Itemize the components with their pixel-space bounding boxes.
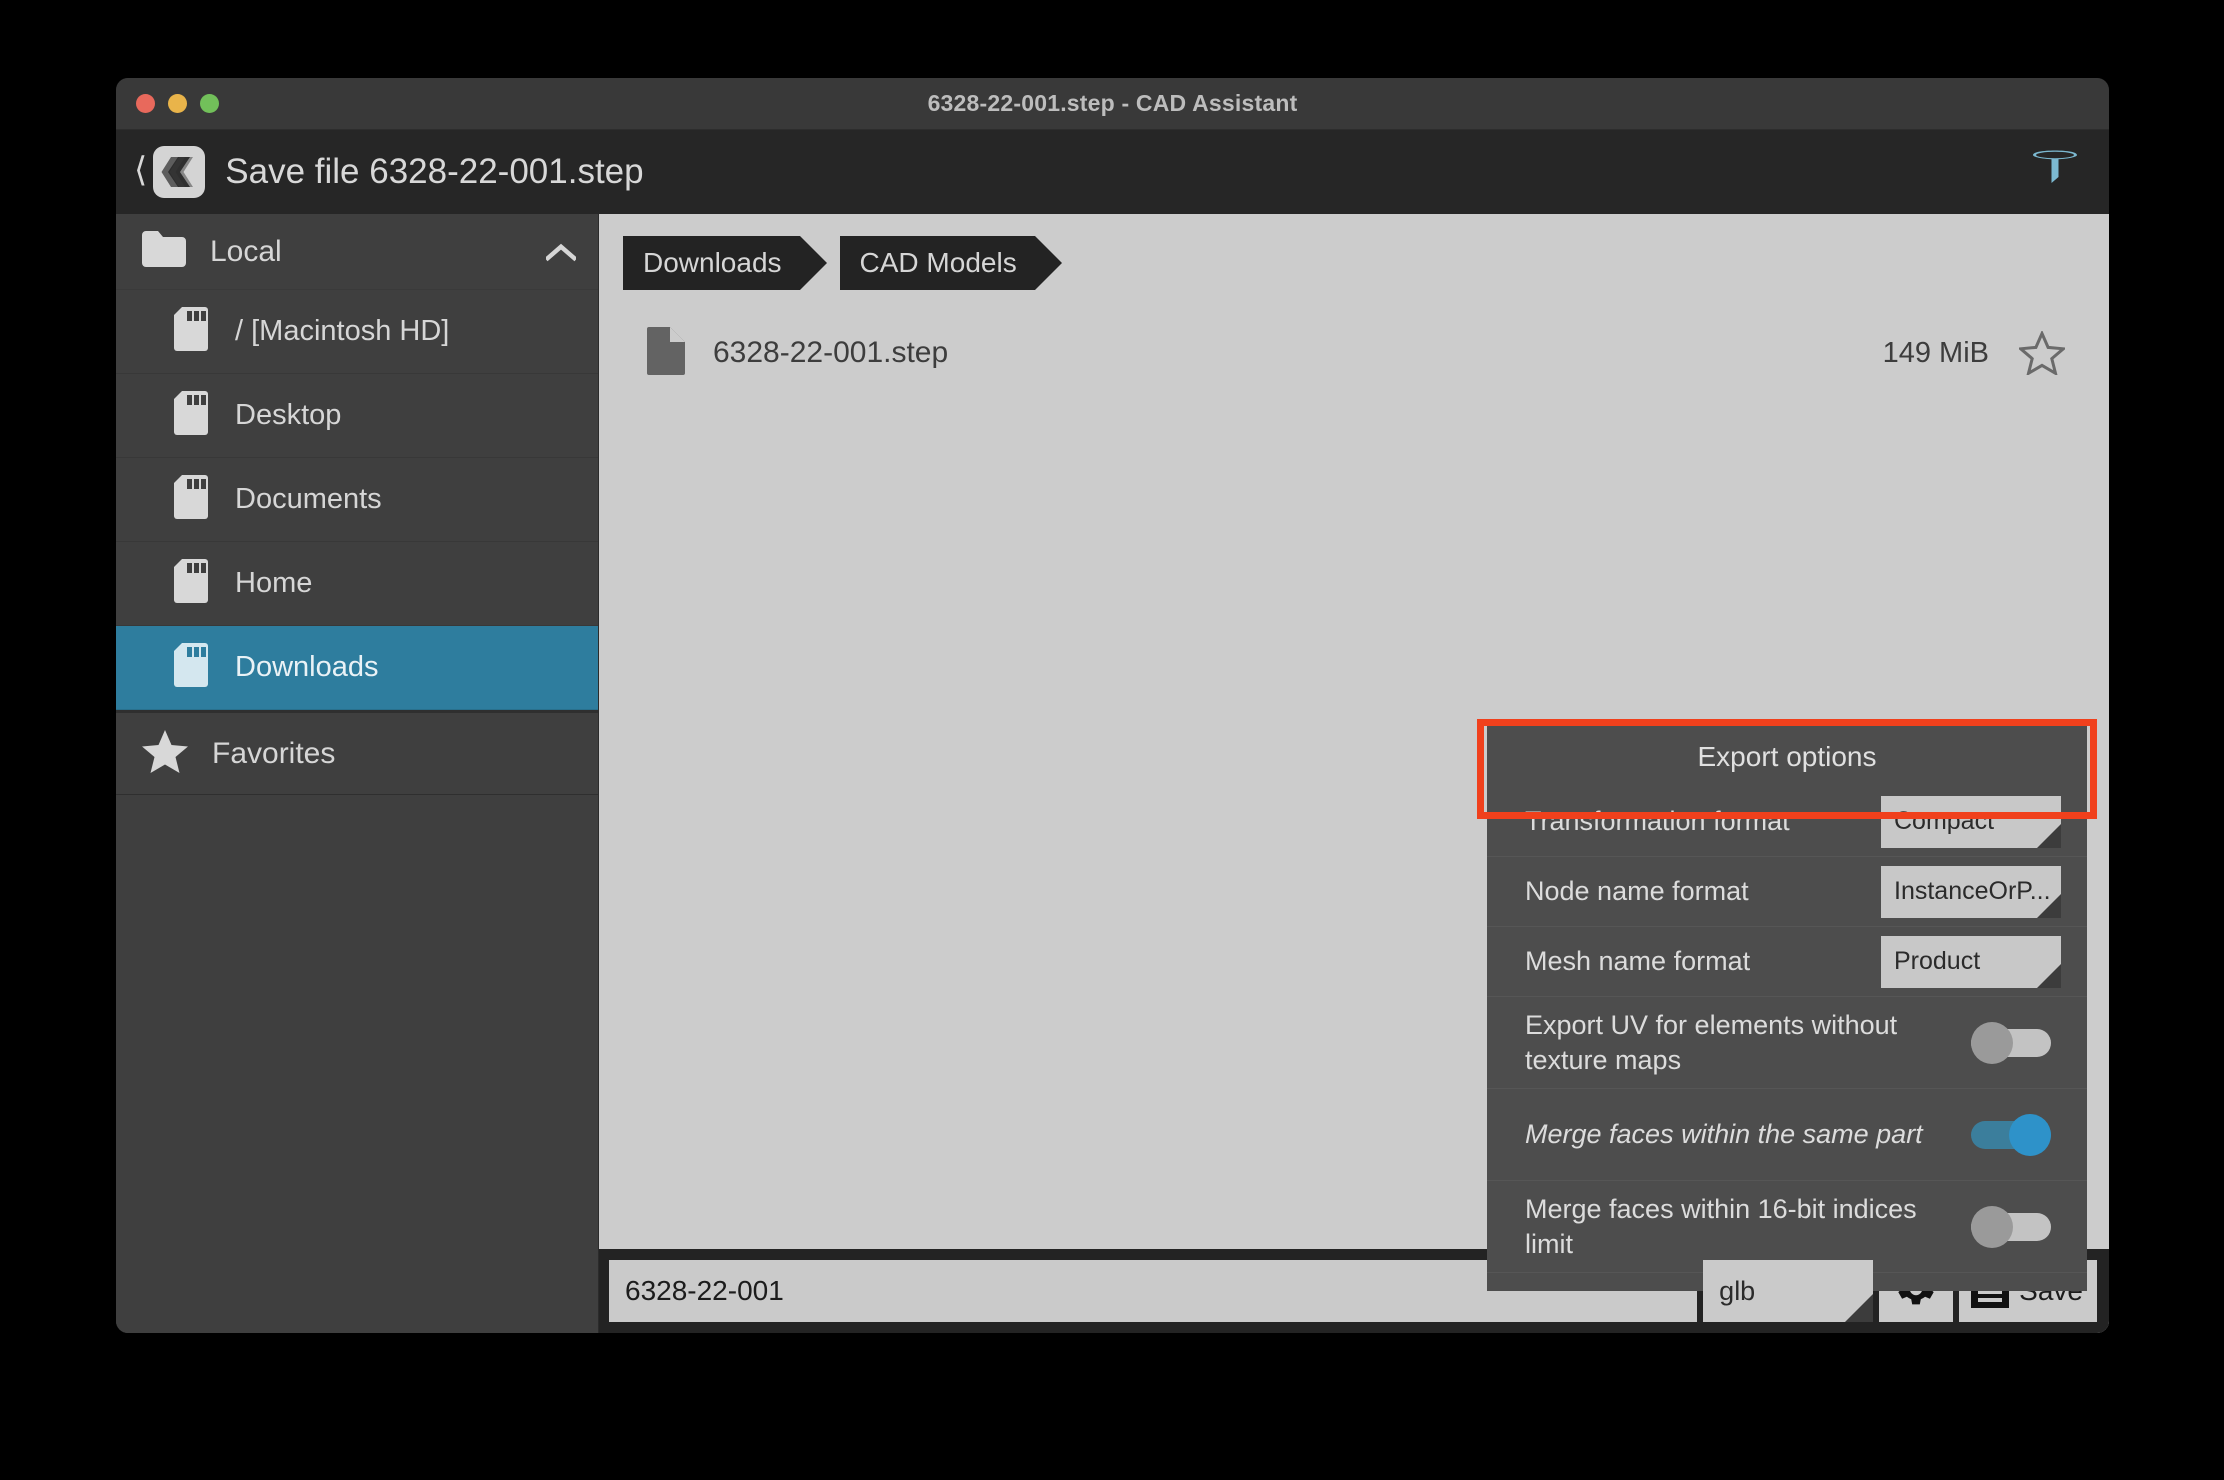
export-uv-toggle[interactable]	[1971, 1021, 2051, 1064]
sidebar-item-macintosh-hd[interactable]: / [Macintosh HD]	[116, 290, 598, 374]
drive-icon	[174, 475, 208, 524]
cad-assistant-logo-icon	[153, 146, 206, 198]
back-chevron-icon[interactable]: ⟨	[128, 153, 153, 191]
dialog-header: ⟨ Save file 6328-22-001.step	[116, 130, 2109, 214]
sidebar-item-label: Documents	[235, 483, 382, 515]
cad-assistant-window: 6328-22-001.step - CAD Assistant ⟨ Save …	[116, 78, 2109, 1333]
option-label: Merge faces within the same part	[1525, 1119, 1923, 1150]
transformation-format-dropdown[interactable]: Compact	[1881, 795, 2061, 848]
sidebar-item-label: Home	[235, 567, 313, 599]
node-name-format-dropdown[interactable]: InstanceOrP...	[1881, 865, 2061, 918]
toggle-knob	[1971, 1205, 2013, 1248]
window-title: 6328-22-001.step - CAD Assistant	[927, 90, 1298, 116]
star-outline-icon[interactable]	[2019, 331, 2065, 375]
sidebar-item-home[interactable]: Home	[116, 542, 598, 626]
dropdown-value: InstanceOrP...	[1894, 877, 2051, 905]
minimize-window-button[interactable]	[168, 94, 187, 113]
file-name: 6328-22-001.step	[713, 336, 949, 369]
file-size: 149 MiB	[1882, 336, 1989, 369]
option-label: Transformation format	[1525, 806, 1790, 837]
option-label: Mesh name format	[1525, 946, 1751, 977]
sidebar-item-downloads[interactable]: Downloads	[116, 626, 598, 710]
merge-faces-same-part-toggle[interactable]	[1971, 1113, 2051, 1156]
option-label: Merge faces within 16-bit indices limit	[1525, 1193, 1917, 1259]
sidebar-item-desktop[interactable]: Desktop	[116, 374, 598, 458]
sidebar: Local / [Macintosh HD] Desktop Documents…	[116, 214, 599, 1333]
sidebar-item-label: / [Macintosh HD]	[235, 315, 450, 347]
sidebar-item-favorites[interactable]: Favorites	[116, 713, 598, 795]
option-label: Export UV for elements without texture m…	[1525, 1009, 1898, 1075]
format-value: glb	[1719, 1275, 1756, 1306]
drive-icon	[174, 307, 208, 356]
option-row-export-uv: Export UV for elements without texture m…	[1487, 997, 2087, 1089]
sidebar-empty-area	[116, 795, 598, 1333]
file-list-item[interactable]: 6328-22-001.step 149 MiB	[599, 314, 2109, 392]
mesh-name-format-dropdown[interactable]: Product	[1881, 935, 2061, 988]
breadcrumb-label: CAD Models	[859, 247, 1017, 278]
traffic-light-controls	[136, 78, 219, 129]
option-row-node-name-format: Node name format InstanceOrP...	[1487, 857, 2087, 927]
star-filled-icon	[142, 729, 188, 778]
breadcrumb-item-cad-models[interactable]: CAD Models	[839, 236, 1062, 290]
chevron-up-icon[interactable]	[546, 237, 576, 267]
dropdown-value: Product	[1894, 947, 1981, 975]
main-panel: Downloads CAD Models 6328-22-001.step 14…	[599, 214, 2109, 1333]
sidebar-item-documents[interactable]: Documents	[116, 458, 598, 542]
sidebar-item-label: Desktop	[235, 399, 342, 431]
filter-funnel-icon[interactable]	[2027, 144, 2083, 200]
breadcrumb: Downloads CAD Models	[599, 214, 2109, 300]
option-row-mesh-name-format: Mesh name format Product	[1487, 927, 2087, 997]
sidebar-item-label: Favorites	[212, 736, 336, 770]
file-document-icon	[647, 326, 685, 380]
sidebar-group-local[interactable]: Local	[116, 214, 598, 290]
breadcrumb-item-downloads[interactable]: Downloads	[623, 236, 826, 290]
page-title: Save file 6328-22-001.step	[225, 152, 644, 191]
sidebar-group-label: Local	[210, 234, 282, 268]
sidebar-item-label: Downloads	[235, 651, 379, 683]
window-title-bar: 6328-22-001.step - CAD Assistant	[116, 78, 2109, 130]
close-window-button[interactable]	[136, 94, 155, 113]
zoom-window-button[interactable]	[200, 94, 219, 113]
option-row-merge-faces-same-part: Merge faces within the same part	[1477, 719, 2097, 1181]
export-options-title: Export options	[1697, 741, 1877, 772]
toggle-knob	[2009, 1113, 2051, 1156]
export-options-panel: Export options Transformation format Com…	[1477, 719, 2097, 1291]
drive-icon	[174, 559, 208, 608]
toggle-knob	[1971, 1021, 2013, 1064]
folder-icon	[142, 231, 186, 272]
drive-icon	[174, 391, 208, 440]
option-row-transformation-format: Transformation format Compact	[1487, 787, 2087, 857]
file-list: 6328-22-001.step 149 MiB	[599, 300, 2109, 392]
format-dropdown[interactable]: glb	[1703, 1260, 1874, 1322]
option-label: Node name format	[1525, 876, 1749, 907]
drive-icon	[174, 643, 208, 692]
breadcrumb-label: Downloads	[643, 247, 782, 278]
merge-faces-16bit-toggle[interactable]	[1971, 1205, 2051, 1248]
dropdown-value: Compact	[1894, 807, 1995, 835]
dialog-body: Local / [Macintosh HD] Desktop Documents…	[116, 214, 2109, 1333]
